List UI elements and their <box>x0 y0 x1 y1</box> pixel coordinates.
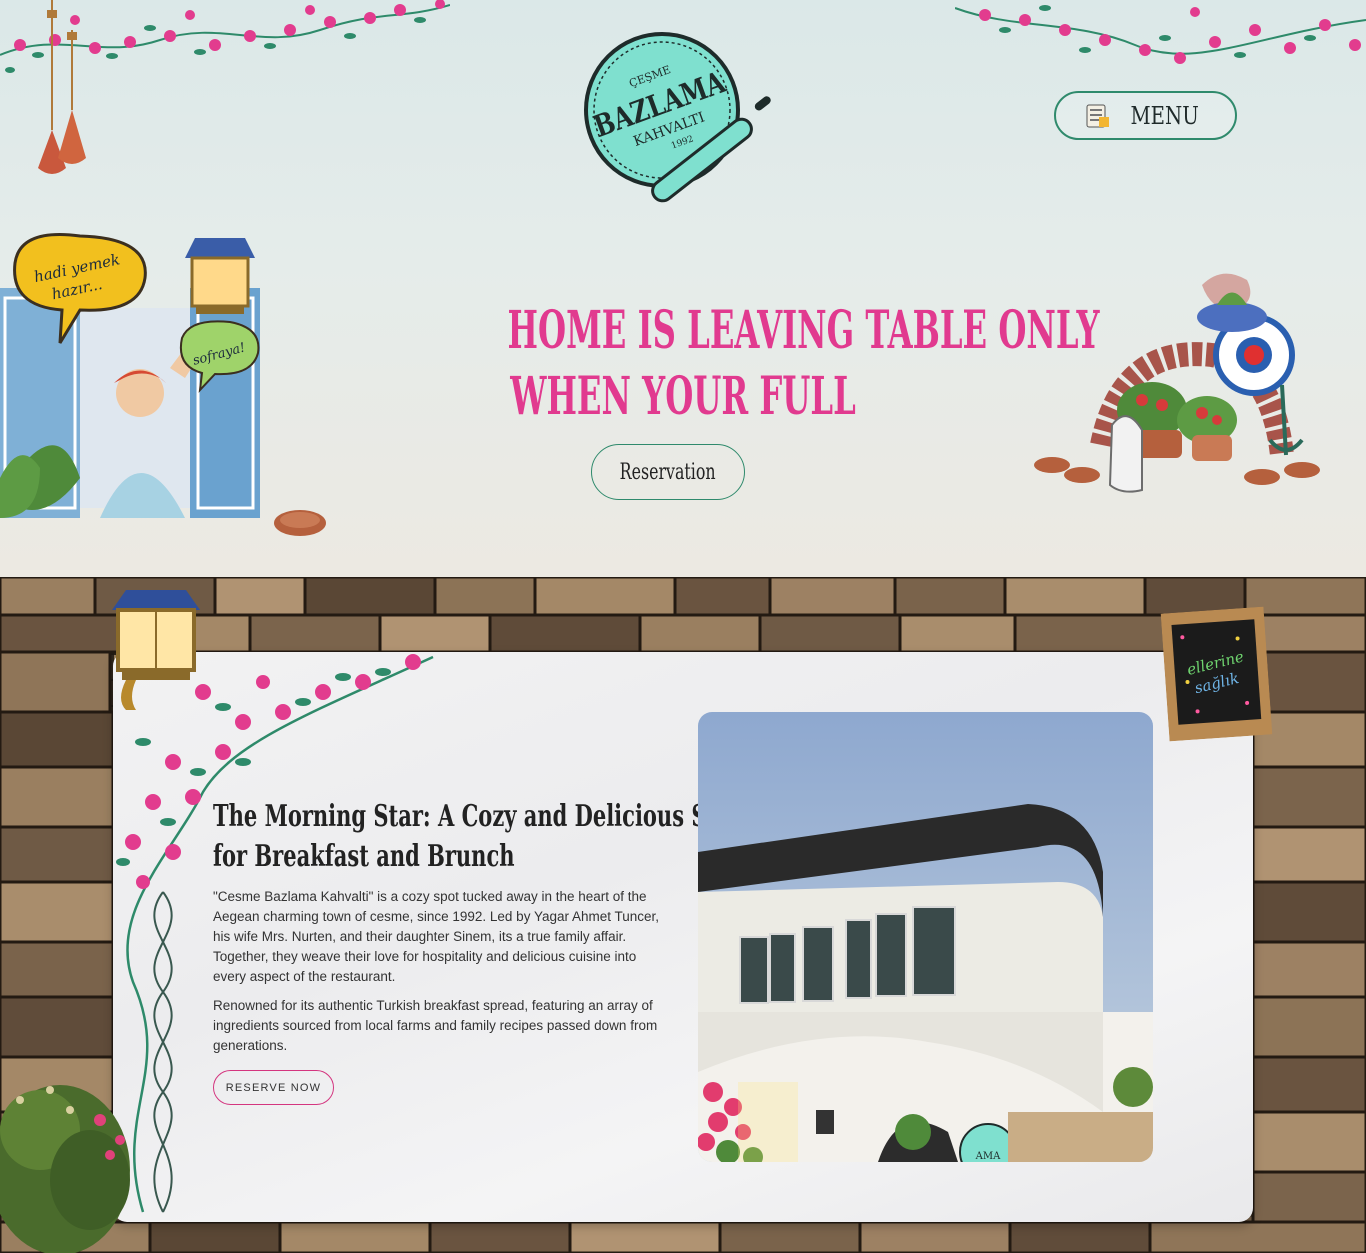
wall-lantern-icon <box>185 238 255 314</box>
restaurant-photo: AMA <box>698 712 1153 1162</box>
hanging-lamps <box>38 0 86 174</box>
chalkboard-sign: ellerine sağlık <box>1160 606 1273 742</box>
reserve-now-button[interactable]: RESERVE NOW <box>213 1070 334 1105</box>
hero-title: HOME IS LEAVING TABLE ONLY WHEN YOUR FUL… <box>400 298 1100 430</box>
about-title: The Morning Star: A Cozy and Delicious S… <box>213 797 745 877</box>
flower-bush <box>0 1085 130 1253</box>
menu-card-icon <box>1086 104 1109 127</box>
photo-sign-text: AMA <box>975 1151 1001 1162</box>
reservation-label: Reservation <box>620 459 716 485</box>
about-paragraph-2: Renowned for its authentic Turkish break… <box>213 998 658 1053</box>
brand-logo[interactable]: ÇEŞME BAZLAMA KAHVALTI 1992 <box>572 22 776 206</box>
hero-title-line-2: WHEN YOUR FULL <box>510 366 856 427</box>
about-title-line-2: for Breakfast and Brunch <box>213 839 515 874</box>
menu-button[interactable]: MENU <box>1054 91 1237 140</box>
flower-vine-top-right <box>955 5 1366 64</box>
oven-cat-illustration <box>1034 273 1320 493</box>
wall-lamp-icon <box>112 590 200 710</box>
hero-title-line-1: HOME IS LEAVING TABLE ONLY <box>507 300 1100 361</box>
about-title-line-1: The Morning Star: A Cozy and Delicious S… <box>213 799 745 834</box>
woman-window-illustration: hadi yemek hazır... sofraya! <box>0 233 326 536</box>
menu-label: MENU <box>1130 101 1199 130</box>
reservation-button[interactable]: Reservation <box>591 444 745 500</box>
hero-section: ÇEŞME BAZLAMA KAHVALTI 1992 MENU hadi ye… <box>0 0 1366 577</box>
about-paragraph-1: "Cesme Bazlama Kahvalti" is a cozy spot … <box>213 889 660 984</box>
